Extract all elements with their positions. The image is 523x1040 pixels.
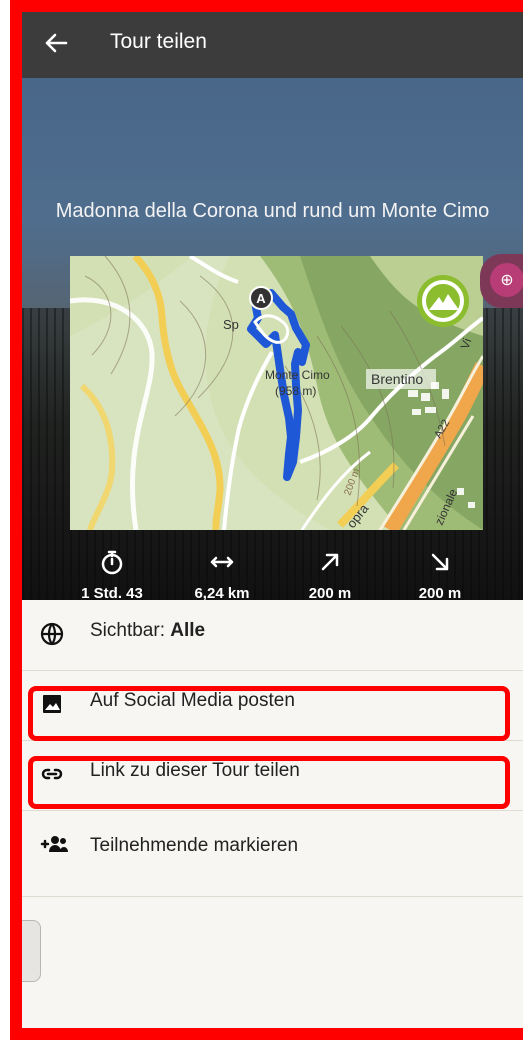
stat-duration: 1 Std. 43 bbox=[62, 548, 162, 600]
add-people-icon bbox=[40, 832, 68, 856]
tour-preview: Madonna della Corona und rund um Monte C… bbox=[22, 78, 523, 600]
back-arrow-icon[interactable] bbox=[40, 28, 74, 62]
komoot-logo bbox=[417, 275, 469, 327]
tag-participants-row[interactable]: Teilnehmende markieren bbox=[22, 810, 523, 897]
visibility-value: Alle bbox=[170, 620, 206, 641]
ascent-value: 200 m bbox=[308, 585, 352, 600]
share-link-highlight bbox=[28, 756, 510, 809]
globe-icon bbox=[40, 622, 64, 646]
map-zoom-button[interactable]: ⊕ bbox=[480, 254, 523, 308]
duration-value: 1 Std. 43 bbox=[81, 585, 143, 600]
distance-value: 6,24 km bbox=[194, 585, 250, 600]
app-screen: Tour teilen Madonna della Corona und run… bbox=[22, 12, 523, 1028]
screenshot-frame: Tour teilen Madonna della Corona und run… bbox=[0, 0, 523, 1040]
map-label-elevation: (958 m) bbox=[275, 384, 316, 398]
visibility-label: Sichtbar: bbox=[90, 620, 165, 641]
stat-descent: 200 m bbox=[390, 548, 490, 600]
visibility-row[interactable]: Sichtbar: Alle bbox=[22, 600, 523, 671]
annotation-border-bottom bbox=[10, 1028, 523, 1040]
map-label-brentino: Brentino bbox=[371, 371, 423, 387]
visibility-text: Sichtbar: Alle bbox=[90, 620, 205, 642]
share-options: Sichtbar: Alle Auf Social Media posten L… bbox=[22, 600, 523, 1028]
zoom-in-icon: ⊕ bbox=[490, 263, 523, 297]
stat-distance: 6,24 km bbox=[172, 548, 272, 600]
social-post-highlight bbox=[28, 686, 510, 741]
tour-title: Madonna della Corona und rund um Monte C… bbox=[55, 200, 490, 222]
annotation-border-top bbox=[10, 0, 523, 12]
stat-ascent: 200 m bbox=[280, 548, 380, 600]
distance-icon bbox=[172, 548, 272, 576]
annotation-border-left bbox=[10, 0, 22, 1040]
stopwatch-icon bbox=[62, 548, 162, 576]
descent-icon bbox=[390, 548, 490, 576]
map-start-label: A bbox=[256, 291, 266, 306]
app-bar: Tour teilen bbox=[22, 12, 523, 78]
descent-value: 200 m bbox=[418, 585, 462, 600]
map-label-sp: Sp bbox=[223, 317, 239, 332]
tour-map[interactable]: A Sp Monte Cimo (958 m) Brentino A22 Vi … bbox=[70, 256, 483, 530]
map-label-monte-cimo: Monte Cimo bbox=[265, 368, 330, 382]
sheet-drag-handle[interactable] bbox=[22, 920, 41, 982]
page-title: Tour teilen bbox=[110, 30, 207, 53]
ascent-icon bbox=[280, 548, 380, 576]
tag-participants-label: Teilnehmende markieren bbox=[90, 835, 299, 856]
